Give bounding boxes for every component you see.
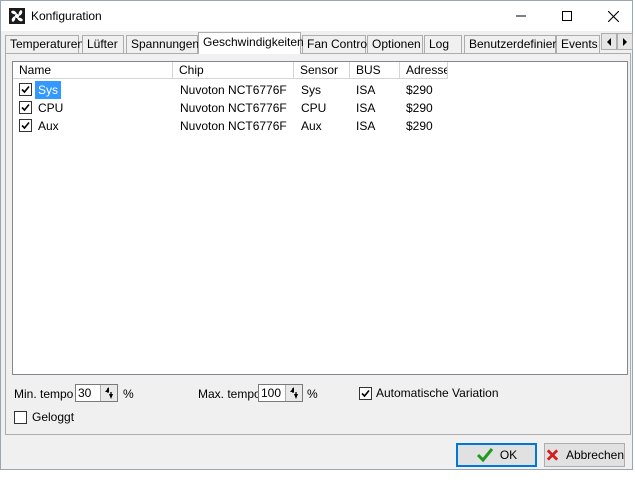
max-tempo-spinner[interactable] bbox=[258, 384, 303, 402]
row-bus: ISA bbox=[356, 119, 376, 133]
row-address: $290 bbox=[406, 83, 433, 97]
cross-icon bbox=[546, 449, 559, 461]
logged-label: Geloggt bbox=[32, 410, 75, 424]
row-address: $290 bbox=[406, 119, 433, 133]
column-header-bus[interactable]: BUS bbox=[350, 62, 400, 79]
logged-checkbox[interactable] bbox=[14, 411, 27, 424]
max-tempo-spin-button[interactable] bbox=[285, 385, 302, 401]
maximize-icon bbox=[562, 11, 572, 21]
row-address: $290 bbox=[406, 101, 433, 115]
tab-scroll-left-icon bbox=[607, 37, 611, 46]
auto-variation-checkbox[interactable] bbox=[359, 387, 372, 400]
tab-scroll-right-icon bbox=[623, 37, 627, 46]
list-row[interactable]: Aux Nuvoton NCT6776F Aux ISA $290 bbox=[13, 117, 627, 135]
max-tempo-label: Max. tempo bbox=[198, 387, 261, 401]
min-tempo-label: Min. tempo bbox=[14, 387, 74, 401]
tab-luefter[interactable]: Lüfter bbox=[82, 35, 124, 53]
list-row[interactable]: CPU Nuvoton NCT6776F CPU ISA $290 bbox=[13, 99, 627, 117]
min-tempo-percent: % bbox=[123, 387, 134, 401]
row-checkbox[interactable] bbox=[19, 119, 32, 132]
tab-scroll-right-button[interactable] bbox=[617, 33, 633, 50]
tab-strip: Temperaturen Lüfter Spannungen Geschwind… bbox=[5, 32, 633, 54]
spin-arrows-icon bbox=[105, 387, 113, 399]
title-bar: Konfiguration bbox=[1, 1, 632, 31]
speed-sensor-list[interactable]: Name Chip Sensor BUS Adresse Sys Nuvoton… bbox=[12, 61, 628, 375]
min-tempo-input[interactable] bbox=[78, 386, 100, 400]
checkmark-icon bbox=[21, 103, 30, 112]
tab-panel-geschwindigkeiten: Name Chip Sensor BUS Adresse Sys Nuvoton… bbox=[5, 53, 631, 435]
checkmark-icon bbox=[21, 121, 30, 130]
checkmark-icon bbox=[361, 389, 370, 398]
row-bus: ISA bbox=[356, 83, 376, 97]
row-checkbox[interactable] bbox=[19, 83, 32, 96]
tab-temperaturen[interactable]: Temperaturen bbox=[5, 35, 84, 53]
max-tempo-percent: % bbox=[307, 387, 318, 401]
row-chip: Nuvoton NCT6776F bbox=[180, 101, 287, 115]
checkmark-icon bbox=[21, 85, 30, 94]
row-name: Aux bbox=[38, 119, 59, 133]
tab-log[interactable]: Log bbox=[424, 35, 462, 53]
list-header: Name Chip Sensor BUS Adresse bbox=[13, 62, 627, 79]
row-chip: Nuvoton NCT6776F bbox=[180, 83, 287, 97]
row-sensor: Aux bbox=[301, 119, 322, 133]
tab-spannungen[interactable]: Spannungen bbox=[126, 35, 199, 53]
column-header-address[interactable]: Adresse bbox=[400, 62, 448, 79]
close-icon bbox=[607, 10, 619, 22]
tab-scroll-left-button[interactable] bbox=[601, 33, 617, 50]
row-sensor: Sys bbox=[301, 83, 322, 97]
minimize-icon bbox=[516, 15, 526, 17]
minimize-button[interactable] bbox=[498, 1, 544, 31]
tab-events[interactable]: Events bbox=[556, 35, 600, 53]
column-header-sensor[interactable]: Sensor bbox=[294, 62, 350, 79]
max-tempo-input[interactable] bbox=[261, 386, 285, 400]
window-title: Konfiguration bbox=[31, 9, 102, 23]
cancel-button-label: Abbrechen bbox=[565, 448, 624, 462]
tab-fan-control[interactable]: Fan Control bbox=[302, 35, 370, 53]
row-sensor: CPU bbox=[301, 101, 327, 115]
list-row[interactable]: Sys Nuvoton NCT6776F Sys ISA $290 bbox=[13, 81, 627, 99]
app-fan-icon bbox=[9, 8, 25, 24]
ok-button[interactable]: OK bbox=[456, 443, 537, 467]
close-button[interactable] bbox=[590, 1, 635, 31]
row-name: CPU bbox=[38, 101, 64, 115]
spin-arrows-icon bbox=[290, 387, 298, 399]
cancel-button[interactable]: Abbrechen bbox=[544, 443, 625, 467]
tab-geschwindigkeiten[interactable]: Geschwindigkeiten bbox=[198, 32, 304, 54]
ok-button-label: OK bbox=[499, 448, 518, 462]
min-tempo-spinner[interactable] bbox=[75, 384, 118, 402]
min-tempo-spin-button[interactable] bbox=[100, 385, 117, 401]
maximize-button[interactable] bbox=[544, 1, 590, 31]
tab-benutzerdefiniert[interactable]: Benutzerdefiniert bbox=[464, 35, 560, 53]
column-header-name[interactable]: Name bbox=[13, 62, 173, 79]
checkmark-icon bbox=[476, 448, 493, 463]
column-header-chip[interactable]: Chip bbox=[173, 62, 294, 79]
auto-variation-label: Automatische Variation bbox=[376, 386, 499, 400]
row-checkbox[interactable] bbox=[19, 101, 32, 114]
row-bus: ISA bbox=[356, 101, 376, 115]
row-chip: Nuvoton NCT6776F bbox=[180, 119, 287, 133]
config-window: Konfiguration Temperaturen Lüfter Spannu… bbox=[0, 0, 633, 470]
tab-optionen[interactable]: Optionen bbox=[367, 35, 423, 53]
row-name: Sys bbox=[35, 81, 62, 99]
